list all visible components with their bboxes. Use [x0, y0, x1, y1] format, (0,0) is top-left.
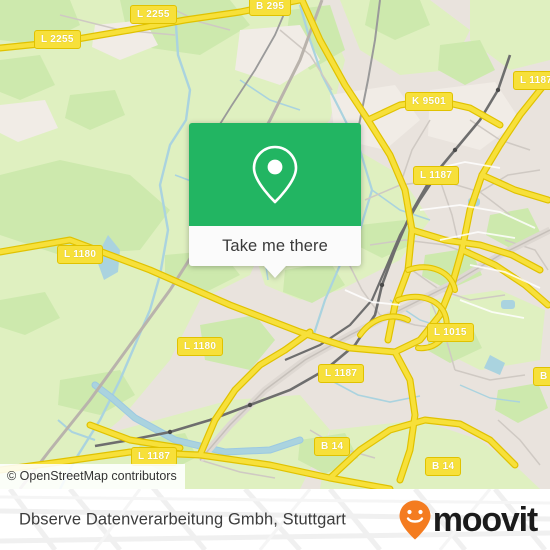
- road-label: L 1180: [177, 337, 224, 356]
- road-label: B 295: [249, 0, 292, 16]
- moovit-logo[interactable]: moovit: [398, 499, 538, 541]
- road-label: L 1015: [427, 323, 474, 342]
- map-attribution[interactable]: © OpenStreetMap contributors: [0, 464, 185, 489]
- road-label: L 1187: [318, 364, 365, 383]
- road-label: L 1187: [513, 71, 550, 90]
- road-label: B 14: [314, 437, 351, 456]
- location-pin-icon: [252, 145, 298, 203]
- road-label: L 2255: [34, 30, 81, 49]
- moovit-smiley-pin-icon: [399, 500, 431, 539]
- page-title: Dbserve Datenverarbeitung Gmbh, Stuttgar…: [19, 510, 346, 528]
- road-label: L 1180: [57, 245, 104, 264]
- road-label: K 9501: [405, 92, 454, 111]
- road-label: L 2255: [130, 5, 177, 24]
- road-label: L 1187: [413, 166, 460, 185]
- callout-pin-area: [189, 123, 361, 226]
- footer-bar: Dbserve Datenverarbeitung Gmbh, Stuttgar…: [0, 489, 550, 550]
- road-label: B 14: [425, 457, 462, 476]
- take-me-there-callout[interactable]: Take me there: [189, 123, 361, 278]
- moovit-wordmark: moovit: [432, 500, 538, 539]
- road-label: B 1: [533, 367, 550, 386]
- take-me-there-button[interactable]: Take me there: [189, 226, 361, 266]
- moovit-map-page: L 2255 B 295 L 2255 L 1187 K 9501 L 1187…: [0, 0, 550, 550]
- callout-tail: [264, 266, 286, 278]
